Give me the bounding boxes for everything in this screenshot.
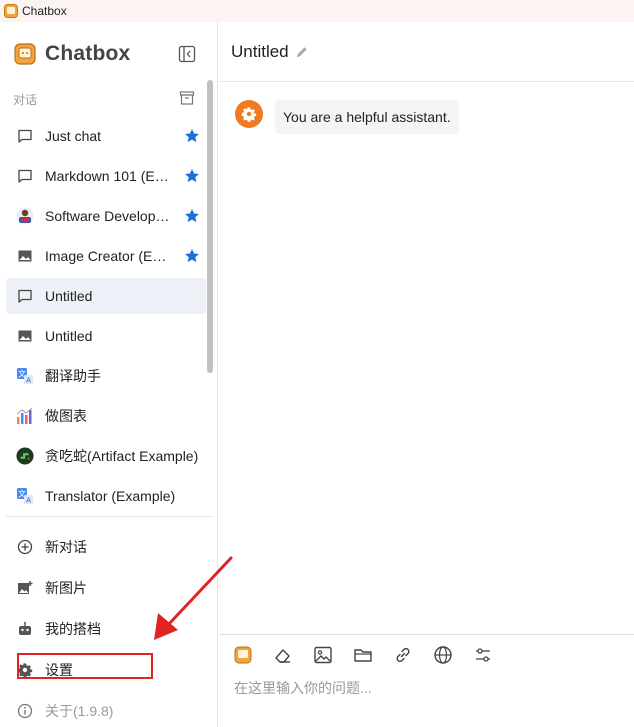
chat-main: Untitled You are a helpful assistant. [219,22,634,727]
conversation-item[interactable]: 文 A 翻译助手 [6,356,206,396]
chat-bubble-icon [16,287,34,305]
chart-icon [16,407,34,425]
chat-bubble-icon [16,167,34,185]
star-icon[interactable] [184,128,200,144]
my-copilots-label: 我的搭档 [45,620,101,637]
about-button[interactable]: 关于(1.9.8) [6,690,212,727]
plus-circle-icon [17,539,33,555]
annotation-highlight-box [17,653,153,679]
conversation-label: 翻译助手 [45,368,101,384]
conversation-list: Just chat Markdown 101 (Example) Softwar… [6,116,206,516]
new-image-label: 新图片 [45,579,87,596]
archive-icon[interactable] [179,90,195,106]
robot-icon [17,621,33,637]
chat-bubble-icon [16,127,34,145]
star-icon[interactable] [184,248,200,264]
conversation-label: Just chat [45,128,102,144]
collapse-sidebar-icon[interactable] [178,45,196,63]
new-image-button[interactable]: 新图片 [6,567,212,608]
chatbox-app-icon [4,4,18,18]
chat-header: Untitled [219,22,634,82]
system-message: You are a helpful assistant. [235,100,459,134]
conversation-label: Translator (Example) [45,488,176,504]
conversation-label: Markdown 101 (Example) [45,168,173,184]
message-bubble: You are a helpful assistant. [275,100,459,134]
add-image-icon [17,580,33,596]
star-icon[interactable] [184,208,200,224]
conversation-item[interactable]: Untitled [6,316,206,356]
svg-text:A: A [26,377,31,385]
image-icon [16,247,34,265]
conversation-label: 做图表 [45,408,87,424]
settings-sliders-icon[interactable] [473,645,493,665]
conversation-label: Image Creator (Example) [45,248,173,264]
chatbox-logo-icon [14,43,36,65]
new-chat-label: 新对话 [45,538,87,555]
window-title: Chatbox [22,4,67,18]
conversations-section-label: 对话 [13,93,38,107]
conversation-item[interactable]: 做图表 [6,396,206,436]
conversation-item[interactable]: 贪吃蛇(Artifact Example) [6,436,206,476]
window-titlebar: Chatbox [0,0,634,22]
translate-icon: 文 A [16,367,34,385]
svg-text:A: A [26,497,31,505]
chatbox-model-icon[interactable] [233,645,253,665]
conversation-label: Untitled [45,288,93,304]
conversation-label: Software Developer (Example) [45,208,173,224]
star-icon[interactable] [184,168,200,184]
info-icon [17,703,33,719]
sidebar-menu: 新对话 新图片 我的搭档 设置 关于(1.9.8) [6,526,212,727]
developer-avatar-icon [16,207,34,225]
message-composer [219,634,634,727]
translate-icon: 文 A [16,487,34,505]
conversation-item[interactable]: Image Creator (Example) [6,236,206,276]
conversation-item[interactable]: Markdown 101 (Example) [6,156,206,196]
sidebar: Chatbox 对话 Just chat Markdown 101 (Examp… [0,22,218,727]
image-icon [16,327,34,345]
conversation-label: Untitled [45,328,93,344]
message-input[interactable] [234,680,614,696]
pencil-icon[interactable] [295,45,309,59]
image-upload-icon[interactable] [313,645,333,665]
about-label: 关于(1.9.8) [45,702,114,719]
brand: Chatbox [14,42,130,66]
globe-icon[interactable] [433,645,453,665]
composer-toolbar [233,645,513,665]
sidebar-scrollbar[interactable] [207,80,213,373]
chat-title[interactable]: Untitled [231,42,289,62]
conversation-item-active[interactable]: Untitled [6,278,206,314]
conversation-item[interactable]: Just chat [6,116,206,156]
my-copilots-button[interactable]: 我的搭档 [6,608,212,649]
conversation-label: 贪吃蛇(Artifact Example) [45,448,199,464]
link-icon[interactable] [393,645,413,665]
new-chat-button[interactable]: 新对话 [6,526,212,567]
brand-name: Chatbox [45,42,131,65]
conversation-item[interactable]: Software Developer (Example) [6,196,206,236]
folder-icon[interactable] [353,645,373,665]
system-avatar-icon [235,100,263,128]
sidebar-divider [6,516,212,517]
eraser-icon[interactable] [273,645,293,665]
snake-game-icon [16,447,34,465]
conversation-item[interactable]: 文 A Translator (Example) [6,476,206,516]
